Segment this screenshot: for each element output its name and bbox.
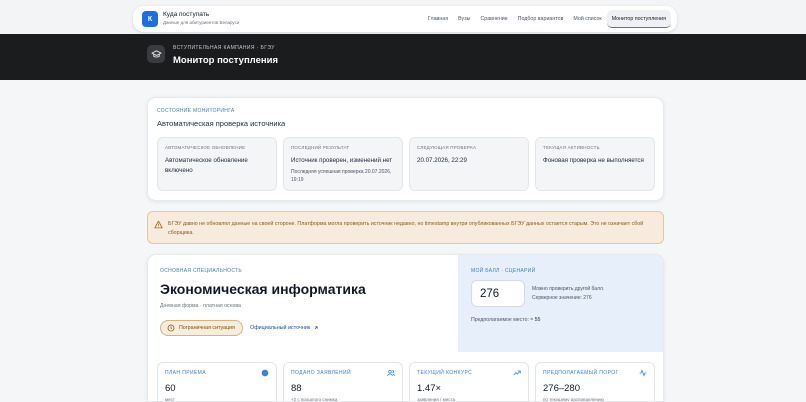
cell-value: Фоновая проверка не выполняется xyxy=(543,157,644,164)
campaign-kicker: ВСТУПИТЕЛЬНАЯ КАМПАНИЯ · БГЭУ xyxy=(173,45,275,51)
nav-link-home[interactable]: Главная xyxy=(423,10,453,28)
cell-note: Последняя успешная проверка 20.07.2026, … xyxy=(291,169,392,183)
specialty-meta: Дневная форма · платная основа xyxy=(160,303,241,309)
nav-links: Главная Вузы Сравнение Подбор вариантов … xyxy=(423,10,671,28)
official-source-label: Официальный источник xyxy=(250,325,311,331)
nav-link-monitor[interactable]: Монитор поступления xyxy=(606,10,671,28)
circle-dot-icon xyxy=(261,369,269,377)
score-server-value: Серверное значение: 276 xyxy=(532,294,592,301)
stat-sub: мест xyxy=(165,397,175,402)
stat-sub: по текущему распределению xyxy=(543,397,604,402)
estimated-place: Предполагаемое место: ≈ 55 xyxy=(471,317,540,323)
stat-value: 276–280 xyxy=(543,383,580,394)
nav-link-universities[interactable]: Вузы xyxy=(453,10,475,28)
stat-sub: заявления / места xyxy=(417,397,455,402)
stat-admission-plan: ПЛАН ПРИЕМА 60 мест xyxy=(157,362,277,402)
score-scenario-panel: МОЙ БАЛЛ · СЦЕНАРИЙ 276 Можно проверить … xyxy=(458,255,663,352)
brand-subtitle: Данные для абитуриентов Беларуси xyxy=(163,20,240,25)
monitoring-title: Автоматическая проверка источника xyxy=(157,119,286,128)
status-badge-label: Пограничная ситуация xyxy=(179,325,235,331)
stat-label: ТЕКУЩИЙ КОНКУРС xyxy=(417,370,473,376)
stat-value: 88 xyxy=(291,383,302,394)
page-header: ВСТУПИТЕЛЬНАЯ КАМПАНИЯ · БГЭУ Монитор по… xyxy=(0,34,806,80)
top-navigation: К Куда поступать Данные для абитуриентов… xyxy=(133,6,677,32)
graduation-cap-icon xyxy=(147,45,165,63)
specialty-title: Экономическая информатика xyxy=(160,281,366,297)
warning-triangle-icon xyxy=(154,220,163,229)
status-badge: Пограничная ситуация xyxy=(160,320,243,336)
last-result-cell: ПОСЛЕДНИЙ РЕЗУЛЬТАТ Источник проверен, и… xyxy=(283,137,403,191)
estimated-place-label: Предполагаемое место: xyxy=(471,317,529,323)
specialty-card: ОСНОВНАЯ СПЕЦИАЛЬНОСТЬ Экономическая инф… xyxy=(147,254,664,402)
brand-logo[interactable]: К xyxy=(142,11,158,27)
cell-label: ПОСЛЕДНИЙ РЕЗУЛЬТАТ xyxy=(291,145,350,150)
stat-competition: ТЕКУЩИЙ КОНКУРС 1.47× заявления / места xyxy=(409,362,529,402)
activity-icon xyxy=(639,369,647,377)
cell-label: СЛЕДУЮЩАЯ ПРОВЕРКА xyxy=(417,145,477,150)
stat-value: 1.47× xyxy=(417,383,442,394)
score-input[interactable]: 276 xyxy=(471,280,525,307)
page-title: Монитор поступления xyxy=(173,55,278,66)
clock-icon xyxy=(167,324,175,332)
stat-label: ПЛАН ПРИЕМА xyxy=(165,370,206,376)
external-link-icon xyxy=(314,326,318,330)
monitoring-kicker: СОСТОЯНИЕ МОНИТОРИНГА xyxy=(157,108,235,114)
stat-label: ПОДАНО ЗАЯВЛЕНИЙ xyxy=(291,370,352,376)
official-source-link[interactable]: Официальный источник xyxy=(250,325,319,331)
brand-name[interactable]: Куда поступать xyxy=(163,11,209,18)
score-kicker: МОЙ БАЛЛ · СЦЕНАРИЙ xyxy=(471,268,536,274)
stat-threshold: ПРЕДПОЛАГАЕМЫЙ ПОРОГ 276–280 по текущему… xyxy=(535,362,655,402)
stat-value: 60 xyxy=(165,383,176,394)
nav-link-my-list[interactable]: Мой список xyxy=(568,10,606,28)
monitoring-status-card: СОСТОЯНИЕ МОНИТОРИНГА Автоматическая про… xyxy=(147,97,664,201)
cell-label: ТЕКУЩАЯ АКТИВНОСТЬ xyxy=(543,145,600,150)
stat-applications: ПОДАНО ЗАЯВЛЕНИЙ 88 +2 с прошлого снимка xyxy=(283,362,403,402)
score-hint: Можно проверить другой балл. Серверное з… xyxy=(532,285,604,303)
stat-label: ПРЕДПОЛАГАЕМЫЙ ПОРОГ xyxy=(543,370,619,376)
next-check-cell: СЛЕДУЮЩАЯ ПРОВЕРКА 20.07.2026, 22:29 xyxy=(409,137,529,191)
cell-label: АВТОМАТИЧЕСКОЕ ОБНОВЛЕНИЕ xyxy=(165,145,246,150)
current-activity-cell: ТЕКУЩАЯ АКТИВНОСТЬ Фоновая проверка не в… xyxy=(535,137,655,191)
cell-value: 20.07.2026, 22:29 xyxy=(417,157,467,164)
nav-link-compare[interactable]: Сравнение xyxy=(475,10,512,28)
cell-value: Автоматическое обновление включено xyxy=(165,157,248,175)
estimated-place-value: ≈ 55 xyxy=(530,317,541,323)
warning-text: БГЭУ давно не обновлял данные на своей с… xyxy=(168,221,644,236)
cell-value: Источник проверен, изменений нет xyxy=(291,157,393,164)
nav-link-matching[interactable]: Подбор вариантов xyxy=(513,10,569,28)
auto-update-cell: АВТОМАТИЧЕСКОЕ ОБНОВЛЕНИЕ Автоматическое… xyxy=(157,137,277,191)
stale-data-warning: БГЭУ давно не обновлял данные на своей с… xyxy=(147,211,664,244)
specialty-kicker: ОСНОВНАЯ СПЕЦИАЛЬНОСТЬ xyxy=(160,268,243,274)
score-hint-line: Можно проверить другой балл. xyxy=(532,286,605,292)
stat-sub: +2 с прошлого снимка xyxy=(291,397,338,402)
trending-up-icon xyxy=(513,370,521,376)
users-icon xyxy=(387,369,395,377)
